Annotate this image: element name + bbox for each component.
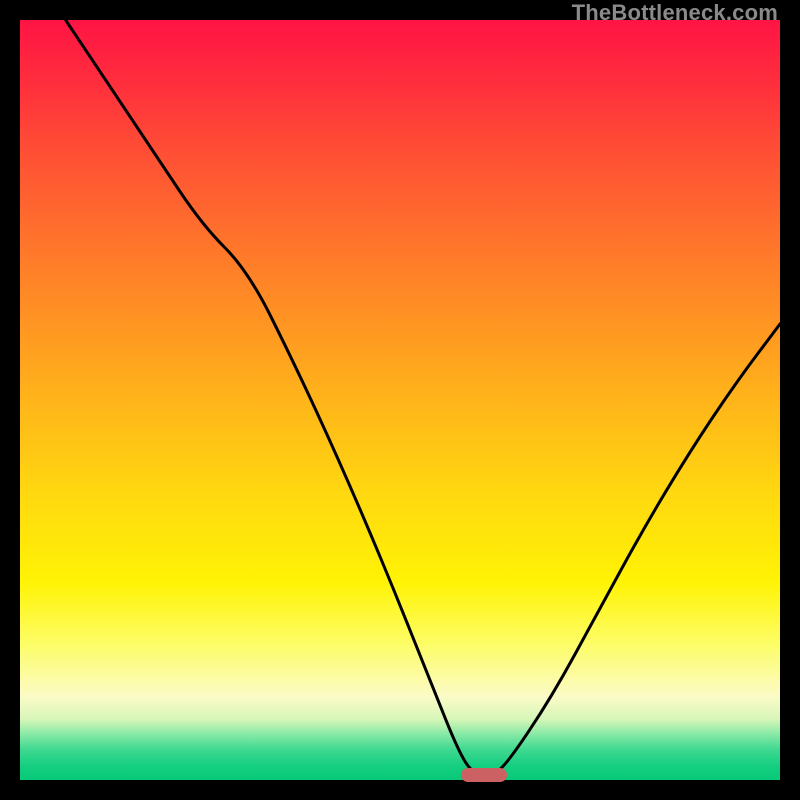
- watermark-text: TheBottleneck.com: [572, 0, 778, 26]
- curve-path: [66, 20, 780, 775]
- chart-frame: TheBottleneck.com: [0, 0, 800, 800]
- bottleneck-curve: [20, 20, 780, 780]
- optimal-marker: [461, 768, 507, 782]
- plot-area: [20, 20, 780, 780]
